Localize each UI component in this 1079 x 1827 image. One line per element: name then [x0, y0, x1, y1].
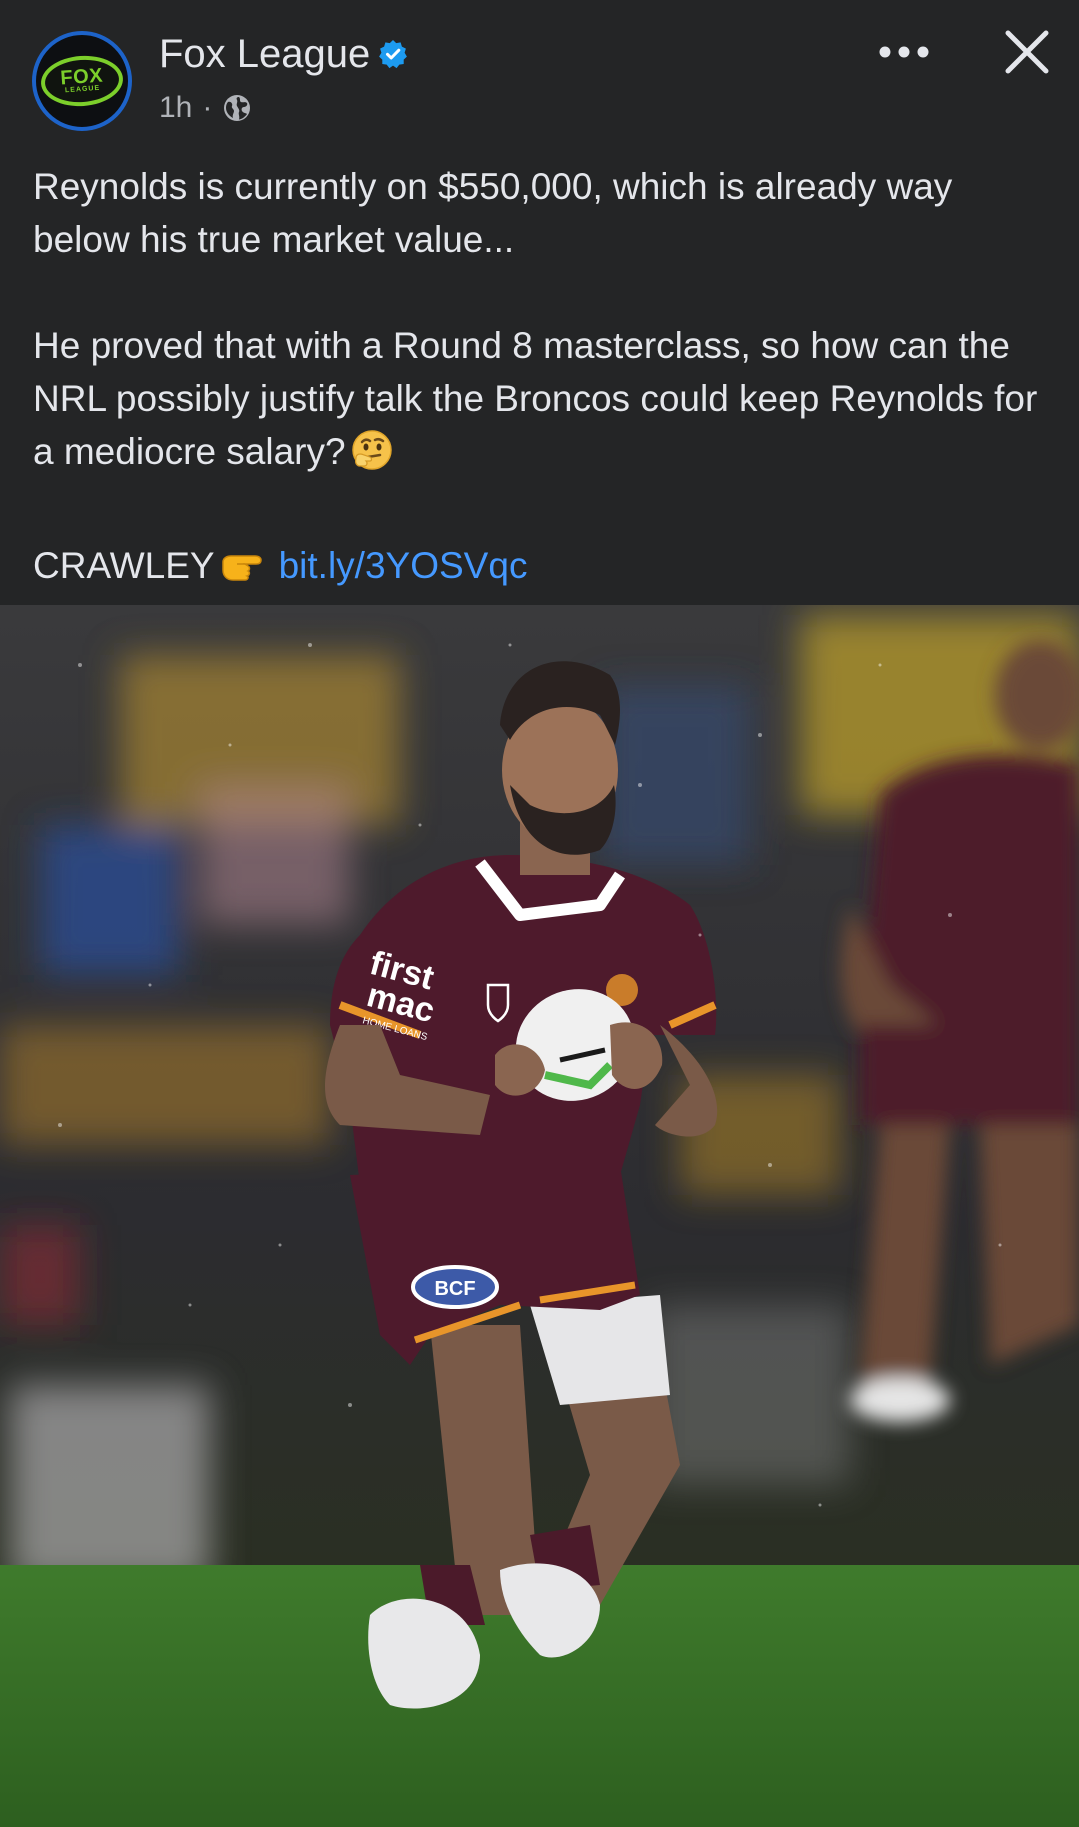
- thinking-face-emoji: [350, 428, 394, 486]
- rugby-player-photo: BCF first mac HOME LOANS: [0, 605, 1079, 1827]
- meta-separator: ·: [202, 91, 213, 124]
- fox-league-logo: FOX LEAGUE: [39, 53, 125, 109]
- logo-sub-text: LEAGUE: [64, 84, 101, 95]
- page-avatar[interactable]: FOX LEAGUE: [32, 31, 132, 131]
- post-photo[interactable]: BCF first mac HOME LOANS: [0, 605, 1079, 1827]
- article-link[interactable]: bit.ly/3YOSVqc: [279, 545, 528, 586]
- more-options-icon: [879, 46, 929, 58]
- post-viewer: FOX LEAGUE Fox League 1h · Reynolds is c…: [0, 0, 1079, 1827]
- globe-icon: [222, 93, 252, 123]
- more-options-button[interactable]: [872, 28, 936, 76]
- post-time[interactable]: 1h: [159, 91, 192, 125]
- post-caption: Reynolds is currently on $550,000, which…: [33, 160, 1053, 600]
- caption-paragraph-2: He proved that with a Round 8 masterclas…: [33, 319, 1053, 486]
- caption-author: CRAWLEY: [33, 545, 215, 586]
- page-name-row: Fox League: [159, 30, 408, 78]
- caption-paragraph-2-text: He proved that with a Round 8 masterclas…: [33, 325, 1038, 472]
- caption-paragraph-3: CRAWLEY bit.ly/3YOSVqc: [33, 539, 1053, 600]
- pointing-right-emoji: [219, 542, 269, 600]
- post-header: FOX LEAGUE Fox League 1h ·: [0, 0, 1079, 150]
- verified-badge-icon: [378, 39, 408, 69]
- page-name[interactable]: Fox League: [159, 32, 370, 77]
- close-icon: [1005, 30, 1049, 74]
- close-button[interactable]: [997, 22, 1057, 82]
- post-meta: 1h ·: [159, 88, 252, 128]
- caption-paragraph-1: Reynolds is currently on $550,000, which…: [33, 166, 953, 260]
- shorts-sponsor-text: BCF: [434, 1278, 475, 1300]
